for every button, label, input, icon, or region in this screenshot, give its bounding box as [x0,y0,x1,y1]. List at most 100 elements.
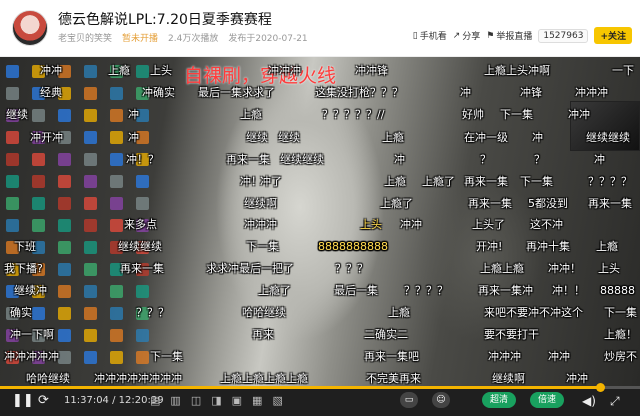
danmaku-comment: 上瘾 [240,108,262,121]
desktop-app-icon [6,153,19,166]
progress-knob[interactable] [595,383,605,392]
header-tools: ▯ 手机看 ↗ 分享 ⚑ 举报直播 1527963 +关注 [413,27,632,44]
danmaku-toggle-icon[interactable]: ▤ [150,394,160,407]
danmaku-comment: 上头了 [472,218,505,231]
danmaku-comment: 下一集 [520,175,553,188]
danmaku-settings-icon[interactable]: ▥ [170,394,180,407]
desktop-app-icon [32,153,45,166]
danmaku-comment: 好帅 [462,108,484,121]
desktop-app-icon [58,351,71,364]
speed-button[interactable]: 倍速 [530,392,565,408]
danmaku-comment: 再冲十集 [526,240,570,253]
danmaku-comment: 哈哈继续 [26,372,70,385]
danmaku-comment: 冲冲 [548,350,570,363]
danmaku-comment: 要不要打干 [484,328,539,341]
desktop-app-icon [6,65,19,78]
danmaku-comment: 继续啊 [244,197,277,210]
danmaku-comment: 冲冲冲冲冲冲冲冲 [94,372,182,385]
video-header: 德云色解说LPL:7.20日夏季赛赛程 老宝贝的笑笑 暂未开播 2.4万次播放 … [0,0,640,57]
coin-icon[interactable]: ▣ [232,394,242,407]
like-icon[interactable]: ◨ [211,394,221,407]
danmaku-comment: 冲！！ [552,284,585,297]
danmaku-comment: 下一集 [500,108,533,121]
danmaku-comment: 上瘾 [388,306,410,319]
danmaku-comment: 上瘾 [382,131,404,144]
desktop-app-icon [58,153,71,166]
flag-icon: ⚑ [486,30,495,41]
desktop-app-icon [58,285,71,298]
desktop-app-icon [110,153,123,166]
avatar[interactable] [12,10,48,46]
danmaku-comment: ？？？？ [404,284,448,297]
publish-date: 发布于2020-07-21 [228,34,308,44]
danmaku-comment: 冲冲！ [548,262,581,275]
desktop-app-icon [84,285,97,298]
emoji-icon[interactable]: ☺ [432,392,450,408]
gift-icon[interactable]: ◫ [191,394,201,407]
desktop-app-icon [110,131,123,144]
danmaku-comment: 上瘾了 [258,284,291,297]
player-icon-row: ▤ ▥ ◫ ◨ ▣ ▦ ▧ [150,394,283,407]
danmaku-comment: 继续继续 [280,153,324,166]
desktop-app-icon [6,87,19,100]
danmaku-comment: 继续 [278,131,300,144]
repost-icon[interactable]: ▧ [272,394,282,407]
danmaku-comment: 冲一下啊 [10,328,54,341]
danmaku-comment: 一下 [612,64,634,77]
desktop-app-icon [136,329,149,342]
desktop-app-icon [110,307,123,320]
danmaku-comment: 冲 [460,86,471,99]
refresh-icon[interactable]: ⟳ [38,393,49,409]
danmaku-comment: 继续继续 [118,240,162,253]
desktop-app-icon [58,241,71,254]
video-player[interactable]: 自裸刷，穿越火线 冲冲 上瘾 上头 冲冲冲 冲冲锋 上瘾上头冲啊 一下 经典 冲确实 最后一集求求… [0,57,640,386]
fullscreen-icon[interactable]: ⤢ [610,393,620,409]
share-button[interactable]: ↗ 分享 [453,29,481,43]
video-meta: 老宝贝的笑笑 暂未开播 2.4万次播放 发布于2020-07-21 [58,31,308,44]
desktop-app-icon [84,351,97,364]
danmaku-comment: 冲冲冲 [575,86,608,99]
danmaku-comment: 冲 [532,131,543,144]
desktop-app-icon [32,175,45,188]
mobile-view-button[interactable]: ▯ 手机看 [413,29,447,43]
report-button[interactable]: ⚑ 举报直播 [486,29,532,43]
desktop-app-icon [6,197,19,210]
desktop-app-icon [110,351,123,364]
desktop-app-icon [110,109,123,122]
danmaku-comment: ？ [148,153,159,166]
desktop-app-icon [110,285,123,298]
danmaku-comment: 冲！ [126,153,148,166]
danmaku-comment: 哈哈继续 [242,306,286,319]
danmaku-comment: 继续冲 [14,284,47,297]
danmaku-comment: ？？？ [136,306,169,319]
desktop-app-icon [84,307,97,320]
danmaku-comment: ？ [534,153,545,166]
volume-icon[interactable]: ◀) [582,393,596,409]
desktop-app-icon [84,65,97,78]
danmaku-comment: 冲 [128,108,139,121]
desktop-app-icon [84,329,97,342]
pause-icon[interactable]: ❚❚ [12,393,34,409]
danmaku-comment: 上瘾 [108,64,130,77]
author-name[interactable]: 老宝贝的笑笑 [58,31,112,44]
danmaku-comment: 继续 [246,131,268,144]
desktop-app-icon [136,285,149,298]
page-title: 德云色解说LPL:7.20日夏季赛赛程 [58,12,272,28]
danmaku-comment: 冲冲冲 [488,350,521,363]
progress-bar[interactable] [0,383,640,392]
danmaku-comment: 冲锋 [520,86,542,99]
follow-button[interactable]: +关注 [594,27,632,44]
desktop-app-icon [58,263,71,276]
danmaku-comment: 来多点 [124,218,157,231]
desktop-app-icon [32,109,45,122]
quality-button[interactable]: 超清 [482,392,517,408]
collect-icon[interactable]: ▦ [252,394,262,407]
danmaku-comment: 下班 [14,240,36,253]
danmaku-comment: ？？？ [335,262,368,275]
danmaku-comment: 再来一集冲 [478,284,533,297]
danmaku-comment: 上瘾 [596,240,618,253]
danmaku-input-icon[interactable]: ▭ [400,392,418,408]
desktop-app-icon [84,175,97,188]
danmaku-comment: ？ [480,153,491,166]
desktop-app-icon [32,307,45,320]
